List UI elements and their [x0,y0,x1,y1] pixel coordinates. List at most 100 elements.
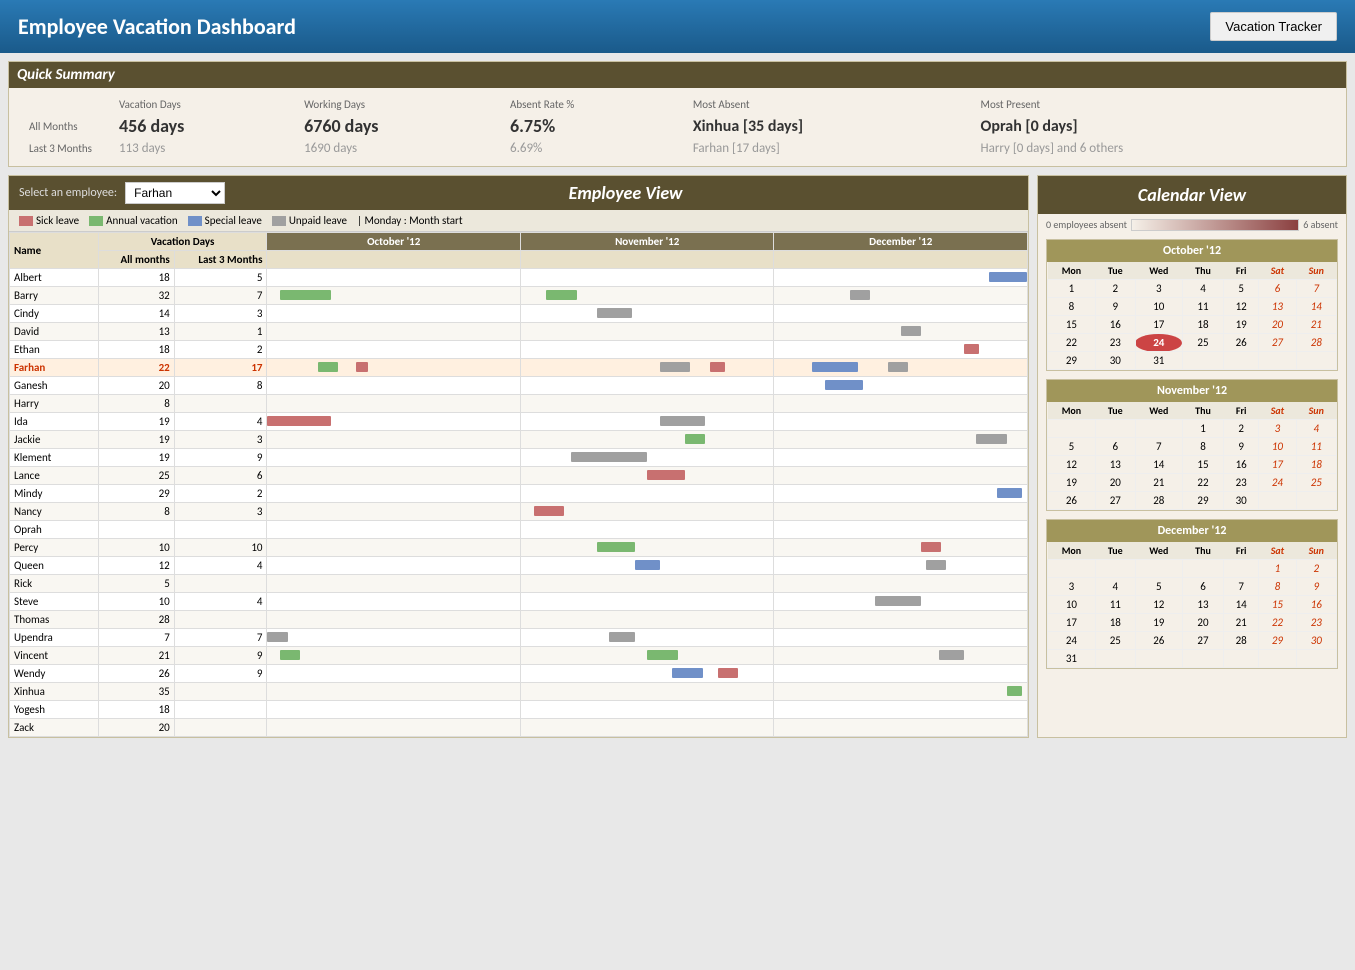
emp-all-18: 10 [98,593,174,611]
emp-all-6: 20 [98,377,174,395]
emp-last3-18: 4 [174,593,267,611]
cal-day-0-0-6: 7 [1296,280,1336,298]
gantt-empty [520,683,773,701]
cal-th-2-5: Sat [1259,542,1296,560]
gantt-empty [774,305,1028,323]
gantt-empty [520,701,773,719]
bottom-layout: Select an employee: Farhan Employee View… [8,175,1347,738]
calendar-panel-title: Calendar View [1038,176,1346,214]
emp-name-9: Jackie [10,431,99,449]
gantt-empty [520,323,773,341]
cal-day-0-2-5: 20 [1259,316,1296,334]
gantt-bar [685,434,705,444]
gantt-bar [534,506,564,516]
legend-item-1: Annual vacation [89,214,178,227]
qs-col-most-present: Most Present [973,96,1334,113]
cal-day-2-2-3: 13 [1182,596,1223,614]
cal-table-0: MonTueWedThuFriSatSun1234567891011121314… [1047,262,1337,370]
gantt-cell [774,539,1028,557]
cal-day-1-2-0: 12 [1048,456,1096,474]
cal-day-0-4-1: 30 [1095,352,1135,370]
emp-name-12: Mindy [10,485,99,503]
cal-day-2-1-0: 3 [1048,578,1096,596]
cal-day-1-1-5: 10 [1259,438,1296,456]
th-dec-gantt [774,251,1028,269]
cal-th-1-0: Mon [1048,402,1096,420]
gantt-bar [647,650,677,660]
gantt-cell [267,413,520,431]
legend-color-1 [89,216,103,226]
emp-all-10: 19 [98,449,174,467]
gantt-cell [774,557,1028,575]
select-employee-label: Select an employee: [19,186,117,200]
emp-name-7: Harry [10,395,99,413]
emp-all-19: 28 [98,611,174,629]
cal-day-2-3-6: 23 [1296,614,1336,632]
cal-day-0-4-6 [1296,352,1336,370]
gantt-empty [774,701,1028,719]
gantt-bar [964,344,979,354]
qs-row-label-0: All Months [21,113,111,139]
cal-day-2-2-1: 11 [1095,596,1135,614]
gantt-empty [774,449,1028,467]
cal-day-0-3-4: 26 [1224,334,1259,352]
vacation-tracker-button[interactable]: Vacation Tracker [1210,12,1337,41]
emp-last3-4: 2 [174,341,267,359]
emp-all-0: 18 [98,269,174,287]
th-oct-gantt [267,251,520,269]
gantt-cell [774,485,1028,503]
gantt-cell [774,341,1028,359]
gantt-empty [267,593,520,611]
emp-all-22: 26 [98,665,174,683]
cal-day-0-0-1: 2 [1095,280,1135,298]
cal-month-header-0: October '12 [1047,240,1337,262]
gantt-cell [520,467,773,485]
gantt-cell [774,431,1028,449]
legend-label-0: Sick leave [36,214,79,227]
employee-select[interactable]: Farhan [125,182,225,204]
emp-last3-14 [174,521,267,539]
cal-day-0-3-1: 23 [1095,334,1135,352]
th-dec: December '12 [774,233,1028,251]
calendar-month-1: November '12MonTueWedThuFriSatSun1234567… [1046,379,1338,511]
cal-day-0-4-3 [1182,352,1223,370]
gantt-bar [660,416,705,426]
gantt-bar [901,326,921,336]
gantt-empty [520,593,773,611]
cal-day-1-0-4: 2 [1224,420,1259,438]
employee-table: Name Vacation Days October '12 November … [9,232,1028,737]
emp-name-25: Zack [10,719,99,737]
gantt-bar [921,542,941,552]
gantt-cell [520,503,773,521]
gantt-empty [267,467,520,485]
legend-item-3: Unpaid leave [272,214,347,227]
cal-day-2-1-1: 4 [1095,578,1135,596]
cal-th-0-5: Sat [1259,262,1296,280]
absence-bar [1131,219,1299,231]
calendar-month-2: December '12MonTueWedThuFriSatSun1234567… [1046,519,1338,669]
gantt-bar [997,488,1022,498]
gantt-cell [520,305,773,323]
gantt-empty [774,395,1028,413]
cal-day-0-2-1: 16 [1095,316,1135,334]
emp-name-15: Percy [10,539,99,557]
cal-day-0-1-3: 11 [1182,298,1223,316]
emp-last3-0: 5 [174,269,267,287]
emp-name-2: Cindy [10,305,99,323]
gantt-bar [660,362,690,372]
legend-item-0: Sick leave [19,214,79,227]
cal-day-2-0-0 [1048,560,1096,578]
qs-most-present-0: Oprah [0 days] [973,113,1334,139]
qs-col-absent: Absent Rate % [502,96,685,113]
cal-th-2-2: Wed [1135,542,1182,560]
legend: Sick leaveAnnual vacationSpecial leaveUn… [9,210,1028,232]
cal-day-0-3-3: 25 [1182,334,1223,352]
gantt-bar [939,650,964,660]
emp-name-13: Nancy [10,503,99,521]
cal-th-2-1: Tue [1095,542,1135,560]
gantt-empty [520,485,773,503]
page-title: Employee Vacation Dashboard [18,13,296,40]
gantt-empty [520,611,773,629]
emp-name-0: Albert [10,269,99,287]
cal-day-1-4-3: 29 [1182,492,1223,510]
